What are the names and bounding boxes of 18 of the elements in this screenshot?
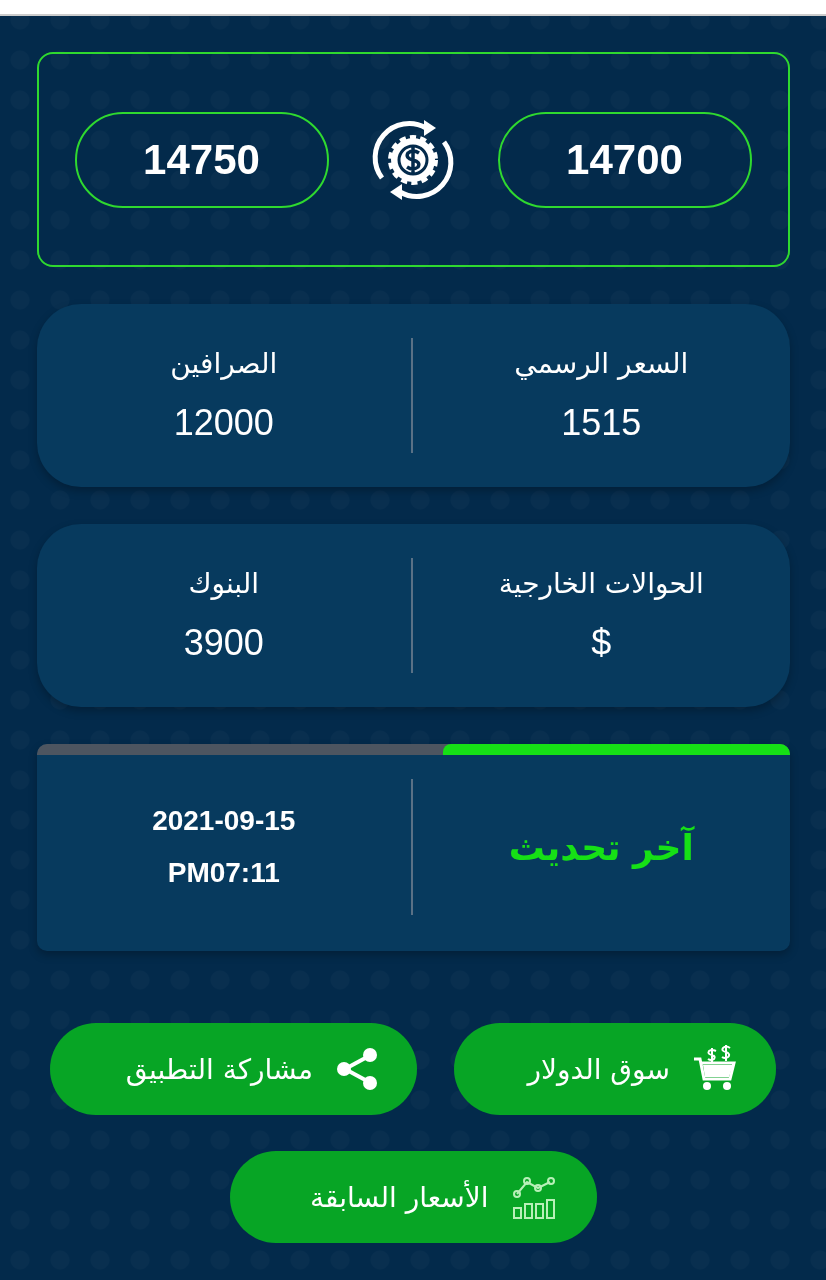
rate-label: البنوك: [188, 567, 260, 600]
action-button[interactable]: الأسعار السابقة: [229, 1151, 597, 1243]
update-label: آخر تحديث: [508, 826, 694, 868]
action-button[interactable]: سوق الدولار: [454, 1023, 776, 1115]
rate-pill: 14750: [74, 111, 329, 208]
cart-icon: [692, 1045, 738, 1093]
action-button[interactable]: مشاركة التطبيق: [50, 1023, 417, 1115]
update-time: PM07:11: [167, 857, 280, 889]
rate-value: $: [591, 622, 612, 664]
rate-pill: 14700: [497, 111, 752, 208]
rate-label: الحوالات الخارجية: [498, 567, 704, 600]
rate-value: 1515: [561, 402, 642, 444]
rate-label: السعر الرسمي: [514, 347, 689, 380]
rate-value: 12000: [173, 402, 274, 444]
share-icon: [335, 1047, 379, 1091]
update-date: 2021-09-15: [152, 805, 296, 837]
rate-value: 3900: [183, 622, 264, 664]
rate-label: الصرافين: [170, 347, 278, 380]
